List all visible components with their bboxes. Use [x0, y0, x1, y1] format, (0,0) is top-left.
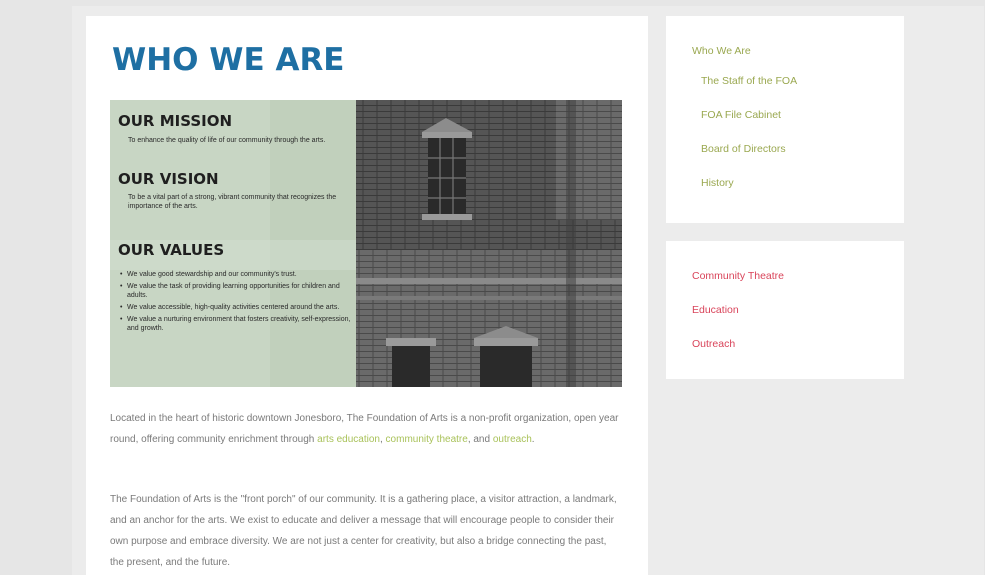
sidebar-item-outreach[interactable]: Outreach — [692, 338, 735, 350]
outreach-link[interactable]: outreach — [493, 434, 532, 445]
sidebar-item-staff[interactable]: The Staff of the FOA — [701, 75, 797, 87]
front-porch-paragraph: The Foundation of Arts is the "front por… — [110, 494, 617, 568]
who-we-are-sidebar: Who We Are The Staff of the FOA FOA File… — [666, 16, 904, 223]
building-photo — [356, 100, 622, 387]
brick-building-image — [356, 100, 622, 387]
vision-heading: OUR VISION — [118, 170, 219, 188]
sidebar-item-history[interactable]: History — [701, 177, 734, 189]
sidebar-item-board[interactable]: Board of Directors — [701, 143, 786, 155]
banner-text-panel: OUR MISSION To enhance the quality of li… — [110, 100, 356, 387]
community-theatre-link[interactable]: community theatre — [386, 434, 468, 445]
sidebar-item-file-cabinet[interactable]: FOA File Cabinet — [701, 109, 781, 121]
intro-paragraph: Located in the heart of historic downtow… — [110, 408, 622, 450]
sidebar-item-community-theatre[interactable]: Community Theatre — [692, 270, 784, 282]
values-list: We value good stewardship and our commun… — [120, 270, 352, 336]
values-heading: OUR VALUES — [118, 241, 225, 259]
sidebar-item-education[interactable]: Education — [692, 304, 739, 316]
vision-text: To be a vital part of a strong, vibrant … — [128, 194, 337, 210]
main-content-card: WHO WE ARE OUR MISSION To enhance the qu… — [86, 16, 648, 575]
values-item: We value a nurturing environment that fo… — [120, 315, 352, 333]
separator-text: . — [531, 434, 535, 445]
arts-education-link[interactable]: arts education — [317, 434, 380, 445]
values-item: We value the task of providing learning … — [120, 282, 352, 300]
values-item: We value accessible, high-quality activi… — [120, 303, 352, 312]
values-item: We value good stewardship and our commun… — [120, 270, 352, 279]
mission-heading: OUR MISSION — [118, 112, 233, 130]
page-title: WHO WE ARE — [112, 42, 345, 78]
mission-vision-values-banner: OUR MISSION To enhance the quality of li… — [110, 100, 622, 387]
separator-text: , and — [467, 434, 493, 445]
mission-text: To enhance the quality of life of our co… — [128, 137, 326, 144]
programs-sidebar: Community Theatre Education Outreach — [666, 241, 904, 379]
sidebar-heading-who-we-are[interactable]: Who We Are — [692, 45, 751, 57]
